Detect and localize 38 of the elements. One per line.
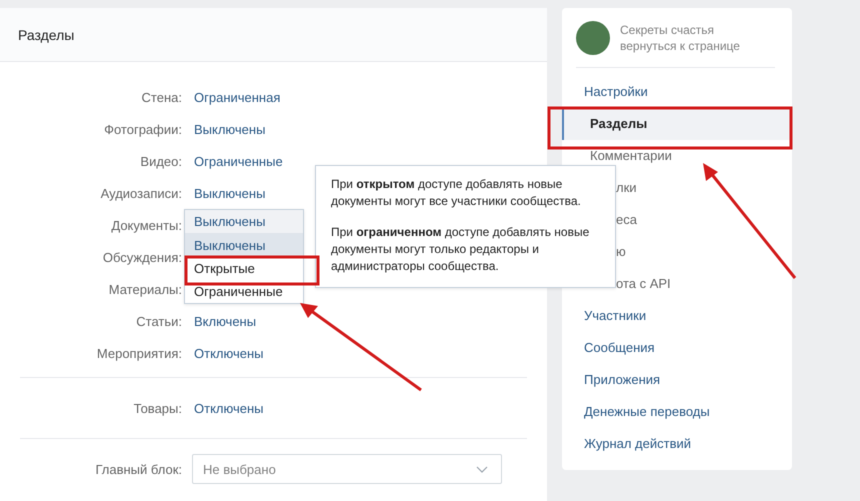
- dropdown-option[interactable]: Открытые: [185, 257, 303, 280]
- sidebar-item[interactable]: Настройки: [562, 76, 792, 108]
- field-label: Главный блок:: [94, 462, 182, 476]
- tooltip-text: При открытом доступе добавлять новые документы могут все участники сообщества.: [331, 176, 582, 210]
- chevron-down-icon: [476, 466, 488, 473]
- sidebar-item[interactable]: Приложения: [562, 364, 792, 396]
- field-value[interactable]: Выключены: [194, 186, 266, 200]
- field-label: Документы:: [110, 218, 182, 232]
- field-label: Статьи:: [135, 314, 182, 328]
- back-link[interactable]: вернуться к странице: [620, 39, 740, 53]
- field-label: Мероприятия:: [96, 346, 182, 360]
- tooltip-text: При ограниченном доступе добавлять новые документы могут только редакторы и администраторы сообщества.: [331, 224, 590, 275]
- field-value[interactable]: Ограниченная: [194, 90, 280, 104]
- field-value[interactable]: Ограниченные: [194, 154, 283, 168]
- field-label: Фотографии:: [103, 122, 182, 136]
- field-label: Материалы:: [108, 282, 182, 296]
- sidebar-item[interactable]: Сообщения: [562, 332, 792, 364]
- field-label: Стена:: [140, 90, 182, 104]
- field-label: Видео:: [139, 154, 182, 168]
- sidebar-item[interactable]: Разделы: [562, 108, 792, 140]
- field-label: Обсуждения:: [102, 250, 182, 264]
- field-label: Аудиозаписи:: [100, 186, 182, 200]
- sidebar-item[interactable]: Денежные переводы: [562, 396, 792, 428]
- sidebar-item[interactable]: Участники: [562, 300, 792, 332]
- sidebar-item[interactable]: Комментарии: [562, 140, 792, 172]
- field-value[interactable]: Выключены: [194, 122, 266, 136]
- field-value[interactable]: Включены: [194, 314, 256, 328]
- card-title: Разделы: [18, 26, 74, 42]
- group-avatar[interactable]: [576, 21, 610, 55]
- field-value[interactable]: Отключены: [194, 346, 264, 360]
- sidebar-item[interactable]: Журнал действий: [562, 428, 792, 460]
- dropdown-option[interactable]: Ограниченные: [185, 280, 303, 303]
- dropdown-current[interactable]: Выключены: [185, 210, 303, 234]
- select-field[interactable]: Не выбрано: [192, 454, 502, 484]
- field-value[interactable]: Отключены: [194, 400, 264, 416]
- group-name[interactable]: Секреты счастья: [620, 23, 740, 37]
- dropdown-option[interactable]: Выключены: [185, 234, 303, 257]
- field-label: Товары:: [132, 400, 182, 416]
